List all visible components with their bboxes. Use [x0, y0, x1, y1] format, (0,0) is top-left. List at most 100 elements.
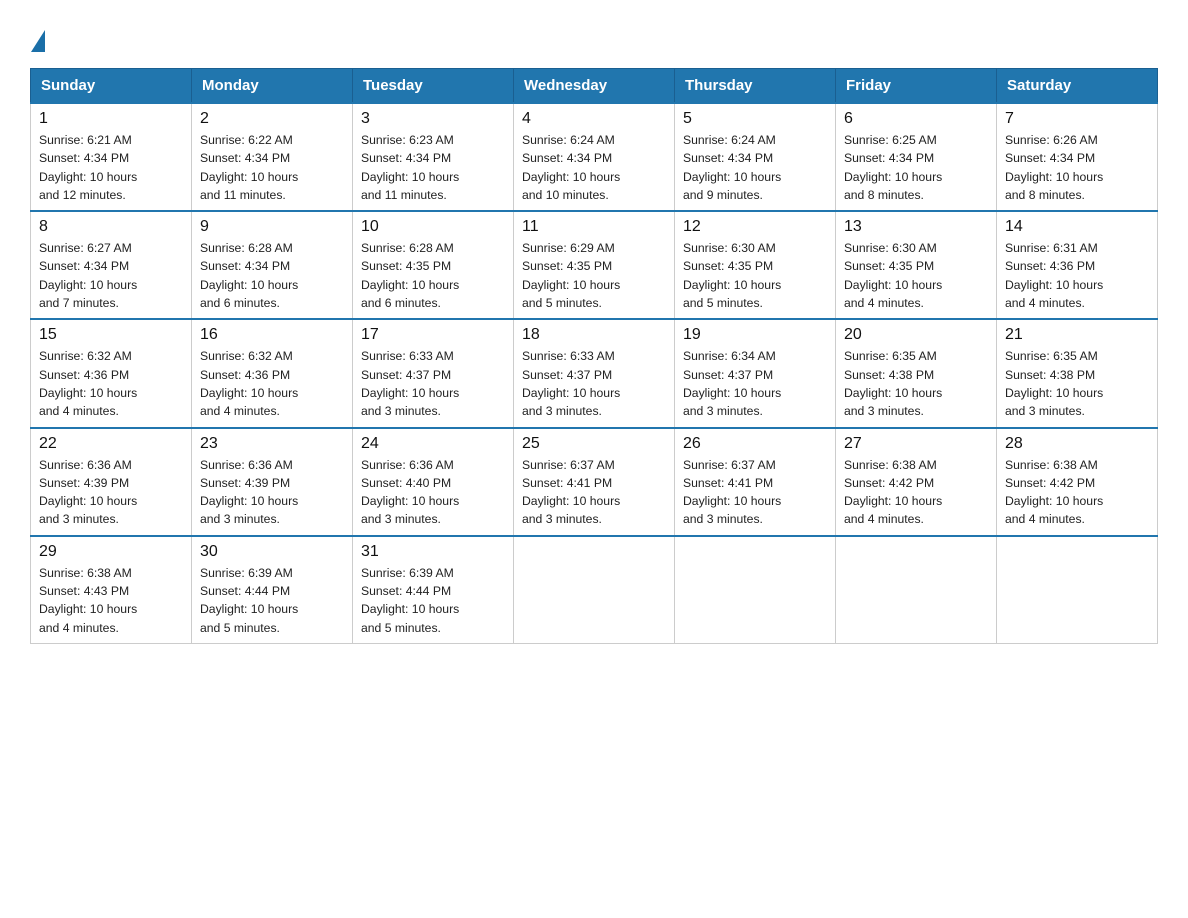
day-info: Sunrise: 6:33 AMSunset: 4:37 PMDaylight:…	[522, 347, 666, 420]
calendar-cell: 28 Sunrise: 6:38 AMSunset: 4:42 PMDayligh…	[997, 428, 1158, 536]
day-number: 23	[200, 435, 344, 453]
day-number: 29	[39, 543, 183, 561]
calendar-cell: 15Sunrise: 6:32 AMSunset: 4:36 PMDayligh…	[31, 319, 192, 427]
day-number: 13	[844, 218, 988, 236]
day-info: Sunrise: 6:32 AMSunset: 4:36 PMDaylight:…	[200, 347, 344, 420]
day-info: Sunrise: 6:24 AMSunset: 4:34 PMDaylight:…	[522, 131, 666, 204]
day-info: Sunrise: 6:38 AMSunset: 4:42 PMDaylight:…	[844, 456, 988, 529]
calendar-cell: 16Sunrise: 6:32 AMSunset: 4:36 PMDayligh…	[192, 319, 353, 427]
calendar-cell	[836, 536, 997, 644]
day-info: Sunrise: 6:28 AMSunset: 4:34 PMDaylight:…	[200, 239, 344, 312]
day-info: Sunrise: 6:26 AMSunset: 4:34 PMDaylight:…	[1005, 131, 1149, 204]
day-info: Sunrise: 6:33 AMSunset: 4:37 PMDaylight:…	[361, 347, 505, 420]
calendar-cell: 1Sunrise: 6:21 AMSunset: 4:34 PMDaylight…	[31, 103, 192, 211]
calendar-cell: 30 Sunrise: 6:39 AMSunset: 4:44 PMDayligh…	[192, 536, 353, 644]
day-number: 19	[683, 326, 827, 344]
day-info: Sunrise: 6:25 AMSunset: 4:34 PMDaylight:…	[844, 131, 988, 204]
calendar-week-row: 29 Sunrise: 6:38 AMSunset: 4:43 PMDayligh…	[31, 536, 1158, 644]
day-number: 17	[361, 326, 505, 344]
day-info: Sunrise: 6:30 AMSunset: 4:35 PMDaylight:…	[683, 239, 827, 312]
calendar-cell: 20Sunrise: 6:35 AMSunset: 4:38 PMDayligh…	[836, 319, 997, 427]
day-info: Sunrise: 6:23 AMSunset: 4:34 PMDaylight:…	[361, 131, 505, 204]
day-info: Sunrise: 6:30 AMSunset: 4:35 PMDaylight:…	[844, 239, 988, 312]
calendar-cell: 19 Sunrise: 6:34 AMSunset: 4:37 PMDayligh…	[675, 319, 836, 427]
day-info: Sunrise: 6:37 AMSunset: 4:41 PMDaylight:…	[683, 456, 827, 529]
calendar-cell: 8 Sunrise: 6:27 AMSunset: 4:34 PMDaylight…	[31, 211, 192, 319]
calendar-cell: 6 Sunrise: 6:25 AMSunset: 4:34 PMDaylight…	[836, 103, 997, 211]
day-number: 11	[522, 218, 666, 236]
weekday-header-wednesday: Wednesday	[514, 69, 675, 104]
day-info: Sunrise: 6:29 AMSunset: 4:35 PMDaylight:…	[522, 239, 666, 312]
day-number: 12	[683, 218, 827, 236]
page-header	[30, 20, 1158, 50]
calendar-cell: 23 Sunrise: 6:36 AMSunset: 4:39 PMDayligh…	[192, 428, 353, 536]
day-info: Sunrise: 6:39 AMSunset: 4:44 PMDaylight:…	[200, 564, 344, 637]
calendar-cell: 24Sunrise: 6:36 AMSunset: 4:40 PMDayligh…	[353, 428, 514, 536]
day-number: 31	[361, 543, 505, 561]
day-number: 2	[200, 110, 344, 128]
day-number: 27	[844, 435, 988, 453]
day-number: 4	[522, 110, 666, 128]
day-info: Sunrise: 6:38 AMSunset: 4:42 PMDaylight:…	[1005, 456, 1149, 529]
calendar-cell: 14Sunrise: 6:31 AMSunset: 4:36 PMDayligh…	[997, 211, 1158, 319]
calendar-cell: 10Sunrise: 6:28 AMSunset: 4:35 PMDayligh…	[353, 211, 514, 319]
calendar-cell	[514, 536, 675, 644]
calendar-cell: 18 Sunrise: 6:33 AMSunset: 4:37 PMDayligh…	[514, 319, 675, 427]
calendar-cell: 3 Sunrise: 6:23 AMSunset: 4:34 PMDaylight…	[353, 103, 514, 211]
day-number: 30	[200, 543, 344, 561]
calendar-week-row: 15 Sunrise: 6:32 AMSunset: 4:36 PMDayligh…	[31, 319, 1158, 427]
day-number: 3	[361, 110, 505, 128]
day-info: Sunrise: 6:35 AMSunset: 4:38 PMDaylight:…	[844, 347, 988, 420]
calendar-cell: 4 Sunrise: 6:24 AMSunset: 4:34 PMDaylight…	[514, 103, 675, 211]
calendar-cell	[997, 536, 1158, 644]
day-number: 5	[683, 110, 827, 128]
day-number: 8	[39, 218, 183, 236]
day-number: 6	[844, 110, 988, 128]
day-number: 24	[361, 435, 505, 453]
day-info: Sunrise: 6:34 AMSunset: 4:37 PMDaylight:…	[683, 347, 827, 420]
day-number: 7	[1005, 110, 1149, 128]
weekday-header-thursday: Thursday	[675, 69, 836, 104]
calendar-cell: 29 Sunrise: 6:38 AMSunset: 4:43 PMDayligh…	[31, 536, 192, 644]
weekday-header-row: SundayMondayTuesdayWednesdayThursdayFrid…	[31, 69, 1158, 104]
day-number: 1	[39, 110, 183, 128]
day-number: 26	[683, 435, 827, 453]
calendar-cell	[675, 536, 836, 644]
calendar-cell: 13 Sunrise: 6:30 AMSunset: 4:35 PMDayligh…	[836, 211, 997, 319]
logo	[30, 20, 46, 50]
day-info: Sunrise: 6:38 AMSunset: 4:43 PMDaylight:…	[39, 564, 183, 637]
day-info: Sunrise: 6:28 AMSunset: 4:35 PMDaylight:…	[361, 239, 505, 312]
calendar-cell: 22Sunrise: 6:36 AMSunset: 4:39 PMDayligh…	[31, 428, 192, 536]
calendar-week-row: 22Sunrise: 6:36 AMSunset: 4:39 PMDayligh…	[31, 428, 1158, 536]
day-number: 14	[1005, 218, 1149, 236]
calendar-cell: 9 Sunrise: 6:28 AMSunset: 4:34 PMDaylight…	[192, 211, 353, 319]
weekday-header-monday: Monday	[192, 69, 353, 104]
day-number: 28	[1005, 435, 1149, 453]
calendar-cell: 21Sunrise: 6:35 AMSunset: 4:38 PMDayligh…	[997, 319, 1158, 427]
calendar-cell: 5 Sunrise: 6:24 AMSunset: 4:34 PMDaylight…	[675, 103, 836, 211]
weekday-header-saturday: Saturday	[997, 69, 1158, 104]
calendar-cell: 11 Sunrise: 6:29 AMSunset: 4:35 PMDayligh…	[514, 211, 675, 319]
day-number: 25	[522, 435, 666, 453]
weekday-header-friday: Friday	[836, 69, 997, 104]
calendar-cell: 25 Sunrise: 6:37 AMSunset: 4:41 PMDayligh…	[514, 428, 675, 536]
day-number: 15	[39, 326, 183, 344]
day-info: Sunrise: 6:36 AMSunset: 4:39 PMDaylight:…	[200, 456, 344, 529]
day-number: 9	[200, 218, 344, 236]
day-info: Sunrise: 6:27 AMSunset: 4:34 PMDaylight:…	[39, 239, 183, 312]
logo-triangle-icon	[31, 30, 45, 52]
day-number: 21	[1005, 326, 1149, 344]
day-info: Sunrise: 6:24 AMSunset: 4:34 PMDaylight:…	[683, 131, 827, 204]
weekday-header-sunday: Sunday	[31, 69, 192, 104]
day-info: Sunrise: 6:37 AMSunset: 4:41 PMDaylight:…	[522, 456, 666, 529]
calendar-cell: 27 Sunrise: 6:38 AMSunset: 4:42 PMDayligh…	[836, 428, 997, 536]
calendar-cell: 7 Sunrise: 6:26 AMSunset: 4:34 PMDaylight…	[997, 103, 1158, 211]
calendar-cell: 2 Sunrise: 6:22 AMSunset: 4:34 PMDaylight…	[192, 103, 353, 211]
day-info: Sunrise: 6:39 AMSunset: 4:44 PMDaylight:…	[361, 564, 505, 637]
calendar-table: SundayMondayTuesdayWednesdayThursdayFrid…	[30, 68, 1158, 644]
day-info: Sunrise: 6:22 AMSunset: 4:34 PMDaylight:…	[200, 131, 344, 204]
day-info: Sunrise: 6:36 AMSunset: 4:39 PMDaylight:…	[39, 456, 183, 529]
day-number: 18	[522, 326, 666, 344]
calendar-week-row: 1Sunrise: 6:21 AMSunset: 4:34 PMDaylight…	[31, 103, 1158, 211]
calendar-cell: 26 Sunrise: 6:37 AMSunset: 4:41 PMDayligh…	[675, 428, 836, 536]
